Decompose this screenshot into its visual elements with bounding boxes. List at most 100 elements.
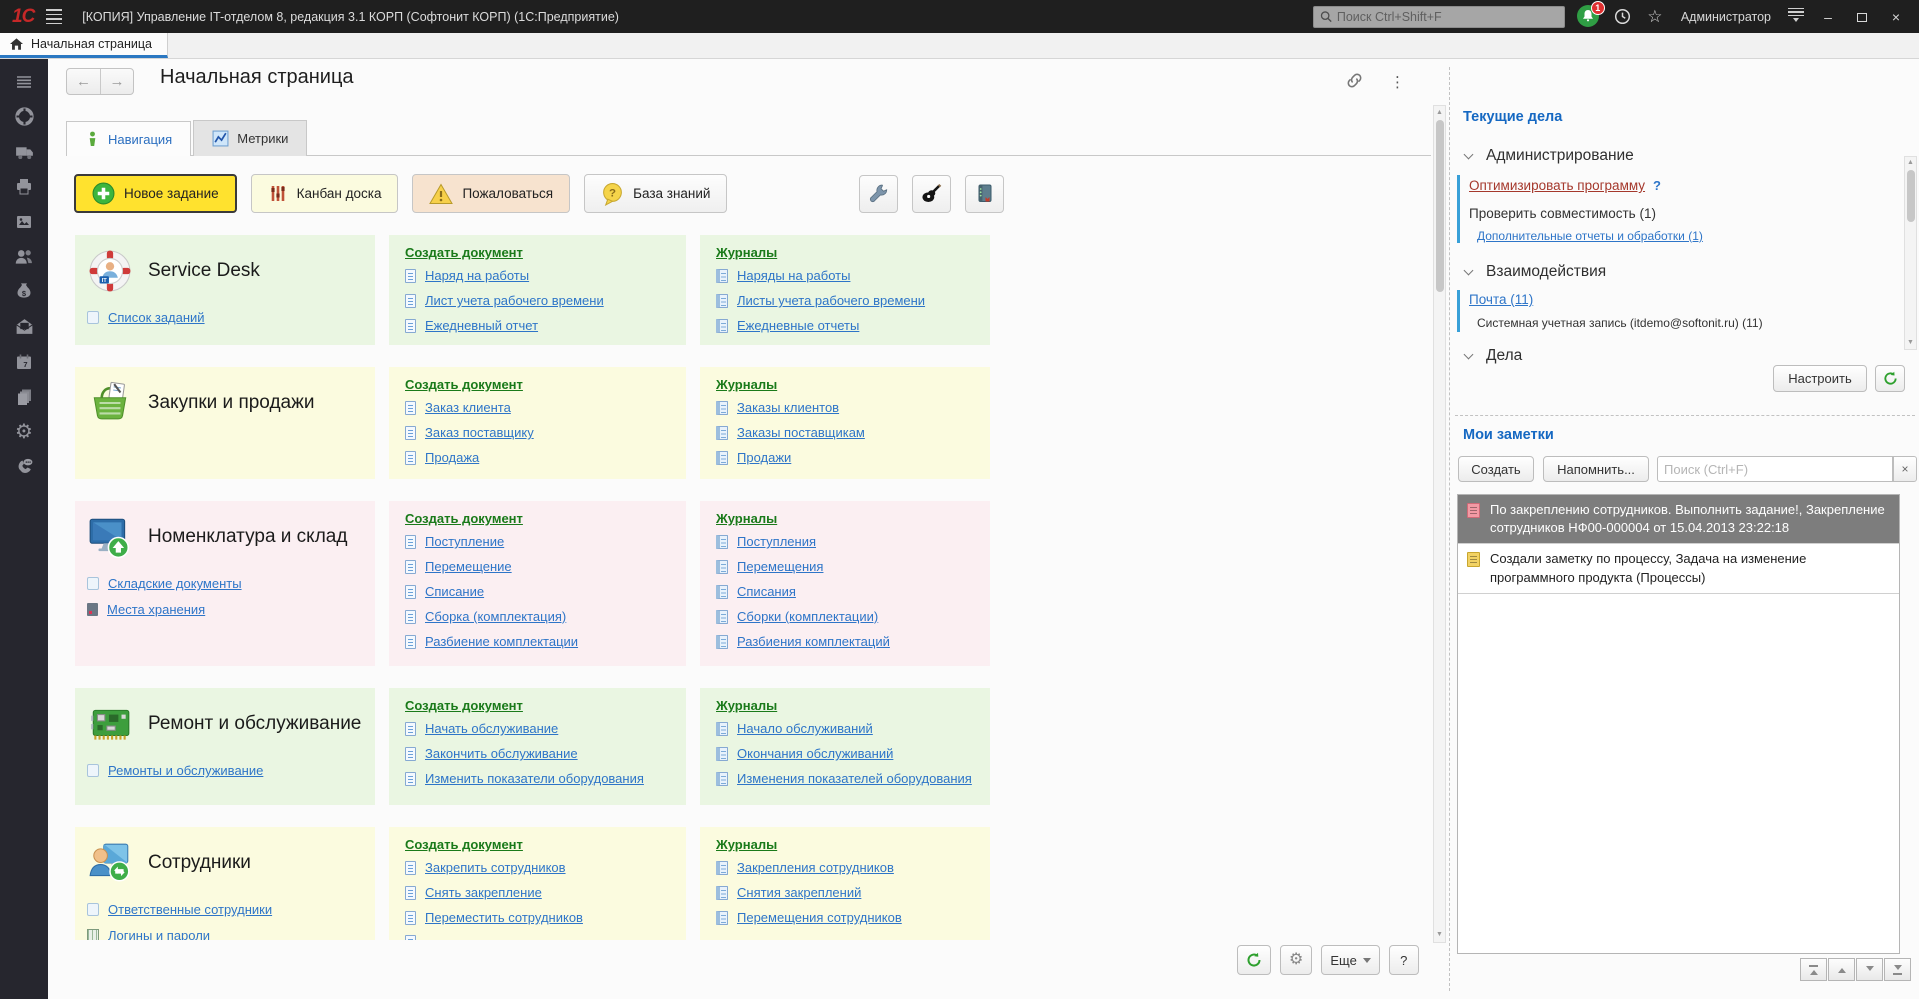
journal-link[interactable]: Разбиения комплектаций <box>737 634 890 649</box>
notes-search-field[interactable] <box>1657 456 1893 482</box>
storage-places-link[interactable]: Места хранения <box>107 602 205 617</box>
group-affairs[interactable]: Дела <box>1465 347 1522 365</box>
task-list-link[interactable]: Список заданий <box>108 310 205 325</box>
note-create-button[interactable]: Создать <box>1458 456 1534 482</box>
create-doc-link[interactable]: Переместить сотрудников <box>425 910 583 925</box>
mail-icon[interactable] <box>13 315 36 338</box>
phone-support-icon[interactable] <box>13 455 36 478</box>
notes-search-clear-button[interactable]: × <box>1893 456 1917 482</box>
maximize-button[interactable] <box>1851 9 1873 25</box>
todo-scrollbar[interactable]: ▲ ▼ <box>1904 156 1917 350</box>
main-scrollbar-thumb[interactable] <box>1436 120 1444 292</box>
create-doc-link[interactable]: Сборка (комплектация) <box>425 609 566 624</box>
go-first-button[interactable] <box>1800 958 1827 981</box>
logins-passwords-link[interactable]: Логины и пароли <box>108 928 210 940</box>
journal-link[interactable]: Снятия закреплений <box>737 885 861 900</box>
journal-link[interactable]: Заказы поставщикам <box>737 425 865 440</box>
journal-link[interactable]: Заказы клиентов <box>737 400 839 415</box>
create-doc-link[interactable]: Заказ поставщику <box>425 425 534 440</box>
additional-reports-link[interactable]: Дополнительные отчеты и обработки (1) <box>1477 229 1703 243</box>
create-doc-link[interactable]: Списание <box>425 584 484 599</box>
scroll-down-icon[interactable]: ▼ <box>1434 930 1445 940</box>
go-last-button[interactable] <box>1884 958 1911 981</box>
create-doc-link[interactable]: Закрепить сотрудников <box>425 860 566 875</box>
main-menu-icon[interactable] <box>46 9 62 24</box>
forward-button[interactable]: → <box>100 69 133 94</box>
journal-link[interactable]: Продажи <box>737 450 791 465</box>
documents-stack-icon[interactable] <box>13 385 36 408</box>
service-desk-ring-icon[interactable] <box>13 105 36 128</box>
tab-home-page[interactable]: Начальная страница <box>0 33 168 58</box>
form-settings-button[interactable]: ⚙ <box>1280 945 1312 975</box>
go-down-button[interactable] <box>1856 958 1883 981</box>
create-doc-link[interactable]: Ежедневный отчет <box>425 318 538 333</box>
todo-scrollbar-thumb[interactable] <box>1907 170 1915 222</box>
global-search-input[interactable] <box>1337 10 1558 24</box>
journal-link[interactable]: Начало обслуживаний <box>737 721 873 736</box>
warehouse-docs-link[interactable]: Складские документы <box>108 576 242 591</box>
create-doc-link[interactable]: Заказ клиента <box>425 400 511 415</box>
new-task-button[interactable]: Новое задание <box>74 174 237 213</box>
main-scrollbar[interactable]: ▲ ▼ <box>1433 105 1446 943</box>
settings-wrench-button[interactable] <box>859 175 898 213</box>
close-button[interactable]: × <box>1885 9 1907 25</box>
responsible-employees-link[interactable]: Ответственные сотрудники <box>108 902 272 917</box>
go-up-button[interactable] <box>1828 958 1855 981</box>
repairs-link[interactable]: Ремонты и обслуживание <box>108 763 263 778</box>
journal-link[interactable]: Окончания обслуживаний <box>737 746 893 761</box>
create-doc-link[interactable]: Разбиение комплектации <box>425 634 578 649</box>
create-doc-header[interactable]: Создать документ <box>405 698 523 713</box>
knowledge-base-button[interactable]: ? База знаний <box>584 174 727 213</box>
journal-link[interactable]: Перемещения <box>737 559 823 574</box>
global-search[interactable] <box>1313 6 1565 28</box>
mail-link[interactable]: Почта (11) <box>1469 292 1533 307</box>
scroll-up-icon[interactable]: ▲ <box>1905 158 1916 168</box>
refresh-button[interactable] <box>1237 945 1271 975</box>
configure-button[interactable]: Настроить <box>1773 365 1867 392</box>
group-interactions[interactable]: Взаимодействия <box>1465 263 1606 281</box>
truck-icon[interactable] <box>13 140 36 163</box>
create-doc-header[interactable]: Создать документ <box>405 511 523 526</box>
create-doc-link[interactable]: Наряд на работы <box>425 268 529 283</box>
journal-link[interactable]: Поступления <box>737 534 816 549</box>
journal-link[interactable]: Листы учета рабочего времени <box>737 293 925 308</box>
journals-header[interactable]: Журналы <box>716 698 777 713</box>
create-doc-link[interactable]: Изменить показатели оборудования <box>425 771 644 786</box>
optimize-program-link[interactable]: Оптимизировать программу <box>1469 178 1645 193</box>
create-doc-link[interactable]: Снять закрепление <box>425 885 542 900</box>
journals-header[interactable]: Журналы <box>716 837 777 852</box>
back-button[interactable]: ← <box>67 69 100 94</box>
create-doc-link[interactable]: Перемещение <box>425 559 512 574</box>
create-doc-link[interactable]: Начать обслуживание <box>425 721 558 736</box>
optimize-help-link[interactable]: ? <box>1653 178 1661 193</box>
more-menu-icon[interactable]: ⋮ <box>1390 73 1405 91</box>
scroll-up-icon[interactable]: ▲ <box>1434 108 1445 118</box>
calendar-icon[interactable]: 7 <box>13 350 36 373</box>
minimize-button[interactable]: – <box>1817 9 1839 25</box>
money-bag-icon[interactable]: $ <box>13 280 36 303</box>
notifications-button[interactable]: 1 <box>1577 5 1601 29</box>
scroll-down-icon[interactable]: ▼ <box>1905 338 1916 348</box>
journal-link[interactable]: Ежедневные отчеты <box>737 318 859 333</box>
journal-link[interactable]: Изменения показателей оборудования <box>737 771 972 786</box>
printer-icon[interactable] <box>13 175 36 198</box>
create-doc-link[interactable]: Закончить обслуживание <box>425 746 578 761</box>
tab-navigation[interactable]: Навигация <box>66 121 191 156</box>
journals-header[interactable]: Журналы <box>716 245 777 260</box>
gear-icon[interactable]: ⚙ <box>13 420 36 443</box>
create-doc-header[interactable]: Создать документ <box>405 245 523 260</box>
favorites-star-icon[interactable]: ☆ <box>1645 7 1665 27</box>
photo-map-icon[interactable] <box>13 210 36 233</box>
note-item-selected[interactable]: По закреплению сотрудников. Выполнить за… <box>1458 495 1899 544</box>
employees-icon[interactable] <box>13 245 36 268</box>
journal-link[interactable]: Списания <box>737 584 796 599</box>
journal-link[interactable]: Наряды на работы <box>737 268 850 283</box>
journals-header[interactable]: Журналы <box>716 511 777 526</box>
journal-link[interactable]: Перемещения сотрудников <box>737 910 902 925</box>
create-doc-header[interactable]: Создать документ <box>405 377 523 392</box>
kanban-board-button[interactable]: Канбан доска <box>251 174 399 213</box>
more-button[interactable]: Еще <box>1321 945 1379 975</box>
complain-button[interactable]: Пожаловаться <box>412 174 570 213</box>
journals-header[interactable]: Журналы <box>716 377 777 392</box>
sections-menu-icon[interactable] <box>13 70 36 93</box>
